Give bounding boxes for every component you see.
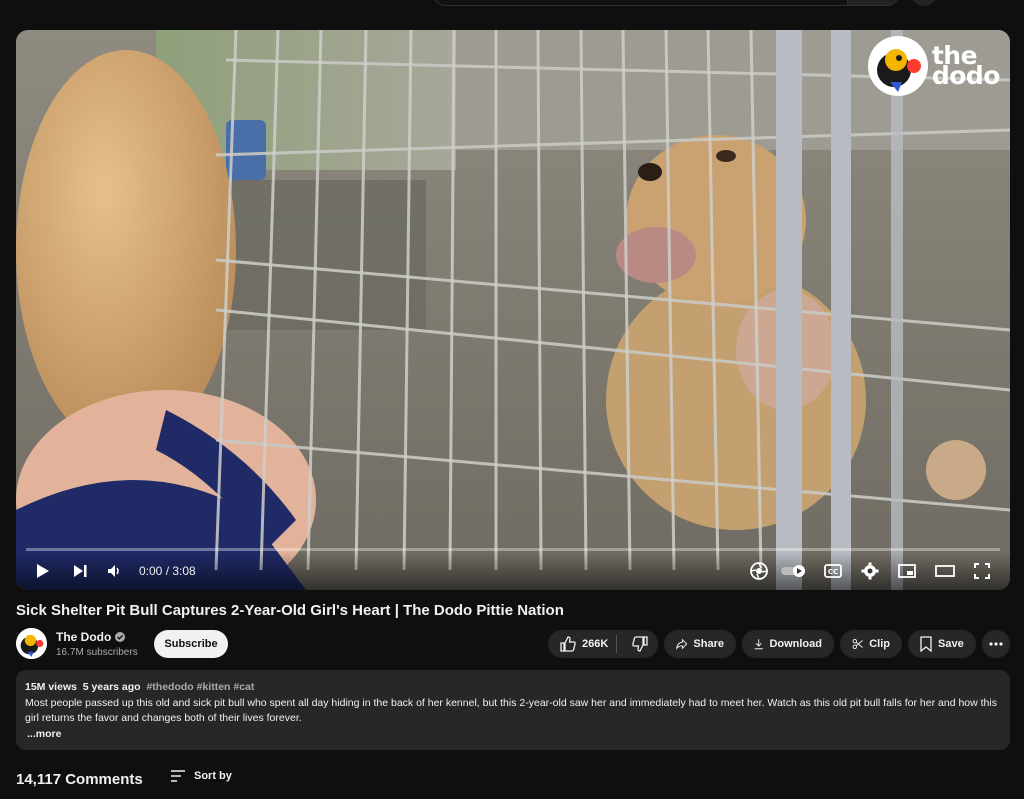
like-button[interactable]: 266K <box>548 630 610 658</box>
description-text: Most people passed up this old and sick … <box>25 696 997 725</box>
view-count: 15M views <box>25 681 77 693</box>
channel-name[interactable]: The Dodo <box>56 630 126 644</box>
search-button[interactable] <box>847 0 899 6</box>
play-icon <box>37 564 49 578</box>
miniplayer-icon <box>898 564 916 578</box>
subscriber-count: 16.7M subscribers <box>56 647 138 658</box>
the-dodo-watermark: the dodo <box>867 36 1001 96</box>
description-box[interactable]: 15M views 5 years ago #thedodo #kitten #… <box>16 670 1010 750</box>
save-label: Save <box>938 638 964 650</box>
theater-icon <box>935 565 955 577</box>
download-label: Download <box>769 638 822 650</box>
sort-icon <box>171 770 185 782</box>
svg-text:CC: CC <box>828 568 838 576</box>
video-title: Sick Shelter Pit Bull Captures 2-Year-Ol… <box>16 602 564 619</box>
settings-button[interactable] <box>858 558 882 584</box>
gear-icon <box>861 562 879 580</box>
thumbs-down-icon <box>632 636 648 652</box>
fullscreen-icon <box>974 563 990 579</box>
dodo-avatar-icon <box>16 628 47 659</box>
theater-mode-button[interactable] <box>933 558 957 584</box>
dislike-button[interactable] <box>623 630 658 658</box>
clip-label: Clip <box>869 638 890 650</box>
time-display: 0:00 / 3:08 <box>139 564 196 578</box>
video-player[interactable]: the dodo 0:00 / 3:08 CC <box>16 30 1010 590</box>
current-time: 0:00 <box>139 564 163 578</box>
player-controls: 0:00 / 3:08 CC <box>16 552 1010 590</box>
progress-bar[interactable] <box>26 548 1000 551</box>
voice-search-button[interactable] <box>910 0 938 6</box>
more-actions-button[interactable] <box>982 630 1010 658</box>
fullscreen-button[interactable] <box>970 558 994 584</box>
captions-button[interactable]: CC <box>821 558 845 584</box>
save-playlist-icon <box>920 636 932 652</box>
sort-comments-button[interactable]: Sort by <box>170 770 232 782</box>
total-time: 3:08 <box>172 564 196 578</box>
thumbs-up-icon <box>560 636 576 652</box>
owner-row: The Dodo 16.7M subscribers Subscribe 266… <box>16 628 1010 660</box>
share-label: Share <box>693 638 724 650</box>
dodo-wordmark: the dodo <box>931 41 1001 90</box>
autoplay-toggle[interactable] <box>778 558 810 584</box>
upload-age: 5 years ago <box>82 681 141 693</box>
dodo-bird-logo-icon <box>867 36 928 96</box>
share-button[interactable]: Share <box>664 630 736 658</box>
download-button[interactable]: Download <box>742 630 834 658</box>
miniplayer-button[interactable] <box>895 558 919 584</box>
share-icon <box>676 638 688 650</box>
clip-button[interactable]: Clip <box>840 630 902 658</box>
description-meta: 15M views 5 years ago #thedodo #kitten #… <box>25 680 1001 696</box>
scissors-icon <box>852 638 863 650</box>
like-count: 266K <box>582 638 609 650</box>
aperture-icon <box>750 562 768 580</box>
more-horizontal-icon <box>989 642 1003 646</box>
verified-badge-icon <box>115 632 126 642</box>
like-dislike-group: 266K <box>548 630 658 658</box>
top-bar <box>0 0 1024 12</box>
subscribe-button[interactable]: Subscribe <box>154 630 228 658</box>
hashtags[interactable]: #thedodo #kitten #cat <box>146 681 254 693</box>
next-button[interactable] <box>67 558 93 584</box>
save-button[interactable]: Save <box>908 630 976 658</box>
channel-avatar[interactable] <box>16 628 47 659</box>
video-frame <box>16 30 1010 590</box>
channel-name-text: The Dodo <box>56 630 112 644</box>
next-icon <box>74 565 87 577</box>
cc-icon: CC <box>824 564 842 578</box>
time-separator: / <box>162 564 173 578</box>
search-input[interactable] <box>433 0 849 6</box>
volume-icon <box>108 565 119 577</box>
show-more-link[interactable]: ...more <box>25 727 1001 743</box>
like-divider <box>615 635 617 653</box>
mute-button[interactable] <box>102 558 128 584</box>
comments-count: 14,117 Comments <box>16 771 143 788</box>
play-button[interactable] <box>30 558 56 584</box>
download-icon <box>754 639 763 650</box>
autoplay-ambient-button[interactable] <box>748 558 770 584</box>
sort-label: Sort by <box>194 770 232 782</box>
autoplay-toggle-icon <box>781 565 805 577</box>
